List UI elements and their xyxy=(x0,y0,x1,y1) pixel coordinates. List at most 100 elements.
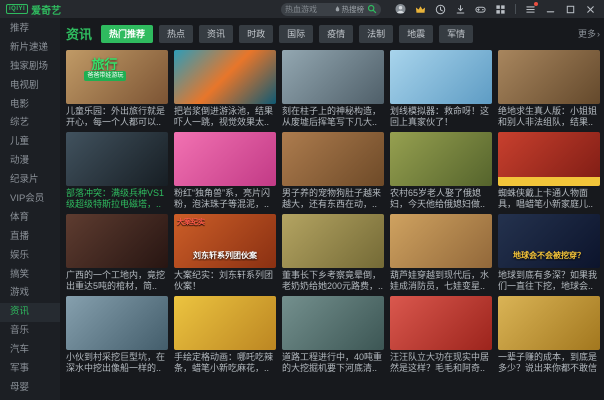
video-card[interactable]: 一辈子赚的成本，到底是多少？说出来你都不敢信 xyxy=(498,296,600,374)
search-button[interactable] xyxy=(366,4,377,15)
user-avatar[interactable] xyxy=(395,3,406,15)
video-thumbnail[interactable] xyxy=(66,296,168,350)
game-center-button[interactable] xyxy=(475,4,486,15)
video-thumbnail[interactable] xyxy=(390,214,492,268)
sidebar-item-新片速递[interactable]: 新片速递 xyxy=(0,39,60,58)
tab-list: 热门推荐 热点 资讯 时政 国际 疫情 法制 地震 军情 xyxy=(101,24,474,43)
video-thumbnail[interactable] xyxy=(66,132,168,186)
sidebar: 推荐 新片速递 独家剧场 电视剧 电影 综艺 儿童 动漫 纪录片 VIP会员 体育 直播 娱乐 搞笑 游戏资… xyxy=(0,18,60,400)
video-card[interactable]: 男子养的宠物狗肚子越来越大，还有东西在动，.. xyxy=(282,132,384,210)
search-box[interactable]: 热搜榜 xyxy=(281,2,381,16)
sidebar-item-VIP会员[interactable]: VIP会员 xyxy=(0,190,60,209)
tab-法制[interactable]: 法制 xyxy=(359,24,394,43)
video-card[interactable]: 粉红“独角兽”系，亮片闪粉，泡沫珠子等混泥，.. xyxy=(174,132,276,210)
video-card[interactable]: 道路工程进行中，40吨重的大挖掘机要下河底清.. xyxy=(282,296,384,374)
sidebar-item-汽车[interactable]: 汽车 xyxy=(0,341,60,360)
thumb-banner xyxy=(498,177,600,186)
video-thumbnail[interactable] xyxy=(66,214,168,268)
video-card[interactable]: 绝地求生真人版：小姐姐和别人非法组队，结果.. xyxy=(498,50,600,128)
video-title: 农村65岁老人娶了俄媳妇，今天他给俄媳妇做.. xyxy=(390,188,486,209)
tab-时政[interactable]: 时政 xyxy=(239,24,274,43)
tab-热门推荐[interactable]: 热门推荐 xyxy=(101,24,154,43)
minimize-icon xyxy=(546,10,555,12)
video-thumbnail[interactable] xyxy=(390,296,492,350)
sidebar-item-音乐[interactable]: 音乐 xyxy=(0,322,60,341)
video-thumbnail[interactable] xyxy=(174,132,276,186)
tab-地震[interactable]: 地震 xyxy=(399,24,434,43)
video-card[interactable]: 旅行 爸爸带娃游玩 儿童乐园：外出旅行就是开心，每一个人都可以.. xyxy=(66,50,168,128)
more-link[interactable]: 更多 › xyxy=(578,27,600,40)
video-card[interactable]: 部落冲突：满级兵种VS1级超级特斯拉电磁塔，.. xyxy=(66,132,168,210)
sidebar-item-母婴[interactable]: 母婴 xyxy=(0,379,60,398)
video-card[interactable]: 划线模拟器：救命呀！这回上真家伙了！ xyxy=(390,50,492,128)
close-button[interactable] xyxy=(585,4,596,15)
maximize-button[interactable] xyxy=(565,4,576,15)
tab-疫情[interactable]: 疫情 xyxy=(319,24,354,43)
sidebar-list: 推荐 新片速递 独家剧场 电视剧 电影 综艺 儿童 动漫 纪录片 VIP会员 体育 直播 娱乐 搞笑 游戏资… xyxy=(0,20,60,398)
main-area: 推荐 新片速递 独家剧场 电视剧 电影 综艺 儿童 动漫 纪录片 VIP会员 体育 直播 娱乐 搞笑 游戏资… xyxy=(0,18,604,400)
video-title: 汪汪队立大功在现实中居然是这样？毛毛和阿奇.. xyxy=(390,352,490,373)
search-input[interactable] xyxy=(285,4,332,14)
video-thumbnail[interactable] xyxy=(498,296,600,350)
video-thumbnail[interactable] xyxy=(174,296,276,350)
sidebar-item-体育[interactable]: 体育 xyxy=(0,209,60,228)
sidebar-item-军事[interactable]: 军事 xyxy=(0,360,60,379)
thumb-overlay-subtitle: 爸爸带娃游玩 xyxy=(84,71,127,81)
video-title: 部落冲突：满级兵种VS1级超级特斯拉电磁塔，.. xyxy=(66,188,165,209)
apps-grid-icon xyxy=(496,4,505,14)
history-button[interactable] xyxy=(435,4,446,15)
video-thumbnail[interactable]: 地球会不会被挖穿？ xyxy=(498,214,600,268)
video-thumbnail[interactable] xyxy=(390,50,492,104)
video-card[interactable]: 汪汪队立大功在现实中居然是这样？毛毛和阿奇.. xyxy=(390,296,492,374)
video-thumbnail[interactable] xyxy=(498,132,600,186)
hot-search-trend[interactable]: 热搜榜 xyxy=(334,4,364,15)
tab-军情[interactable]: 军情 xyxy=(439,24,474,43)
video-card[interactable]: 手绘定格动画：哪吒吃辣条，蜡笔小新吃麻花，.. xyxy=(174,296,276,374)
apps-button[interactable] xyxy=(495,4,506,15)
sidebar-item-游戏[interactable]: 游戏 xyxy=(0,284,60,303)
video-card[interactable]: 刻在柱子上的神秘构造，从废墟后挥笔写下几大.. xyxy=(282,50,384,128)
history-clock-icon xyxy=(435,4,446,14)
video-thumbnail[interactable] xyxy=(282,132,384,186)
sidebar-item-推荐[interactable]: 推荐 xyxy=(0,20,60,39)
page-title: 资讯 xyxy=(66,27,93,42)
sidebar-item-娱乐[interactable]: 娱乐 xyxy=(0,247,60,266)
sidebar-item-搞笑[interactable]: 搞笑 xyxy=(0,266,60,285)
sidebar-item-资讯[interactable]: 资讯 xyxy=(0,303,60,323)
sidebar-item-综艺[interactable]: 综艺 xyxy=(0,114,60,133)
video-card[interactable]: 地球会不会被挖穿？ 地球到底有多深？如果我们一直往下挖，地球会.. xyxy=(498,214,600,292)
sidebar-item-独家剧场[interactable]: 独家剧场 xyxy=(0,58,60,77)
tab-国际[interactable]: 国际 xyxy=(279,24,314,43)
video-card[interactable]: 大案纪实 刘东轩系列团伙案 大案纪实：刘东轩系列团伙案！ xyxy=(174,214,276,292)
video-thumbnail[interactable] xyxy=(282,296,384,350)
video-thumbnail[interactable]: 大案纪实 刘东轩系列团伙案 xyxy=(174,214,276,268)
video-card[interactable]: 把岩浆倒进游泳池，结果吓人一跳，视觉效果太.. xyxy=(174,50,276,128)
video-card[interactable]: 小伙到村采挖巨型坑，在深水中挖出像船一样的.. xyxy=(66,296,168,374)
video-card[interactable]: 蜘蛛侠戴上卡通人物面具，唱蜡笔小新家庭儿.. xyxy=(498,132,600,210)
iqiyi-logo-icon: iQIYI xyxy=(6,4,29,14)
tab-热点[interactable]: 热点 xyxy=(159,24,194,43)
video-thumbnail[interactable] xyxy=(174,50,276,104)
sidebar-item-纪录片[interactable]: 纪录片 xyxy=(0,171,60,190)
video-card[interactable]: 广西的一个工地内，竟挖出重达5吨的棺材，简.. xyxy=(66,214,168,292)
tab-资讯[interactable]: 资讯 xyxy=(199,24,234,43)
video-card[interactable]: 农村65岁老人娶了俄媳妇，今天他给俄媳妇做.. xyxy=(390,132,492,210)
video-thumbnail[interactable] xyxy=(282,50,384,104)
sidebar-item-直播[interactable]: 直播 xyxy=(0,228,60,247)
video-thumbnail[interactable] xyxy=(282,214,384,268)
vip-button[interactable] xyxy=(415,4,426,15)
iqiyi-logo[interactable]: iQIYI 爱奇艺 xyxy=(6,2,61,17)
video-thumbnail[interactable]: 旅行 爸爸带娃游玩 xyxy=(66,50,168,104)
main-menu-button[interactable] xyxy=(525,1,538,15)
video-card[interactable]: 葫芦娃穿越到现代后，水娃成消防员，七娃变星.. xyxy=(390,214,492,292)
download-button[interactable] xyxy=(455,4,466,15)
sidebar-item-儿童[interactable]: 儿童 xyxy=(0,133,60,152)
video-title: 大案纪实：刘东轩系列团伙案！ xyxy=(174,270,274,291)
minimize-button[interactable] xyxy=(545,4,556,15)
sidebar-item-电视剧[interactable]: 电视剧 xyxy=(0,77,60,96)
video-thumbnail[interactable] xyxy=(390,132,492,186)
sidebar-item-电影[interactable]: 电影 xyxy=(0,96,60,115)
video-card[interactable]: 董事长下乡考察竟晕倒，老奶奶给她200元路费，.. xyxy=(282,214,384,292)
sidebar-item-动漫[interactable]: 动漫 xyxy=(0,152,60,171)
video-thumbnail[interactable] xyxy=(498,50,600,104)
